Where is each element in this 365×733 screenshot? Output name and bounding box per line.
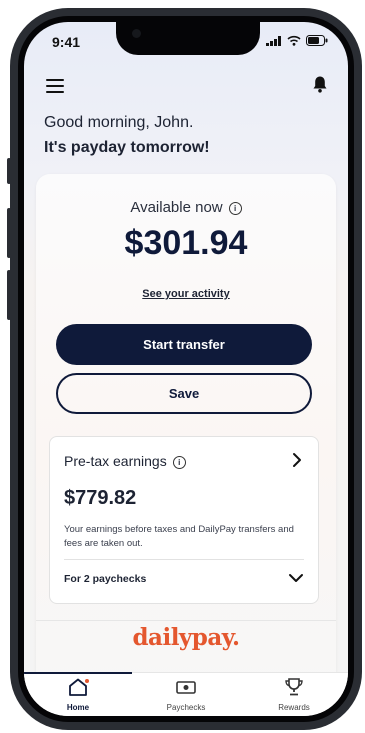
start-transfer-button[interactable]: Start transfer — [56, 324, 312, 365]
tab-paychecks-label: Paychecks — [166, 703, 206, 712]
camera-icon — [132, 29, 141, 38]
tab-rewards-label: Rewards — [278, 703, 310, 712]
phone-side-button — [7, 158, 11, 184]
dailypay-logo: dailypay. — [132, 624, 240, 651]
pretax-earnings-amount: $779.82 — [64, 487, 137, 509]
status-time: 9:41 — [52, 34, 81, 50]
phone-bezel: 9:41 Good morning, John. It's payday tom… — [18, 16, 354, 722]
chevron-right-icon[interactable] — [292, 452, 302, 468]
status-icons — [266, 35, 328, 46]
chevron-down-icon[interactable] — [288, 573, 304, 583]
phone-side-button — [7, 270, 11, 320]
tab-home[interactable]: Home — [24, 677, 132, 712]
info-icon[interactable]: i — [228, 202, 242, 215]
greeting-text: Good morning, John. — [44, 114, 194, 131]
bottom-tab-bar: Home Paychecks Rewards — [24, 672, 348, 716]
divider — [36, 620, 336, 621]
pretax-earnings-label: Pre-tax earnings — [64, 453, 167, 469]
divider — [64, 559, 304, 560]
balance-card: Available now i $301.94 See your activity… — [36, 174, 336, 694]
available-now-label: Available now i — [36, 199, 336, 216]
trophy-icon — [285, 678, 303, 696]
notification-dot — [85, 679, 89, 683]
phone-side-button — [7, 208, 11, 258]
pretax-earnings-card[interactable]: Pre-tax earnings i $779.82 Your earnings … — [49, 436, 319, 604]
see-activity-link[interactable]: See your activity — [36, 288, 336, 300]
tab-home-label: Home — [66, 703, 90, 712]
tab-paychecks[interactable]: Paychecks — [132, 677, 240, 712]
signal-icon — [266, 36, 281, 46]
app-screen: 9:41 Good morning, John. It's payday tom… — [24, 22, 348, 716]
bell-icon[interactable] — [312, 75, 328, 93]
paycheck-icon — [176, 681, 196, 694]
pretax-earnings-description: Your earnings before taxes and DailyPay … — [64, 524, 294, 549]
active-tab-indicator — [24, 672, 132, 674]
pretax-earnings-title: Pre-tax earnings i — [64, 453, 186, 469]
phone-frame: 9:41 Good morning, John. It's payday tom… — [10, 8, 362, 730]
available-now-text: Available now — [130, 199, 223, 216]
save-button[interactable]: Save — [56, 373, 312, 414]
payday-message: It's payday tomorrow! — [44, 139, 210, 156]
notch — [116, 22, 260, 55]
battery-icon — [306, 35, 328, 46]
paycheck-period-select[interactable]: For 2 paychecks — [64, 573, 146, 585]
hamburger-menu-icon[interactable] — [46, 79, 64, 97]
available-amount: $301.94 — [124, 224, 248, 262]
tab-rewards[interactable]: Rewards — [240, 677, 348, 712]
wifi-icon — [287, 35, 301, 46]
info-icon[interactable]: i — [172, 456, 186, 469]
